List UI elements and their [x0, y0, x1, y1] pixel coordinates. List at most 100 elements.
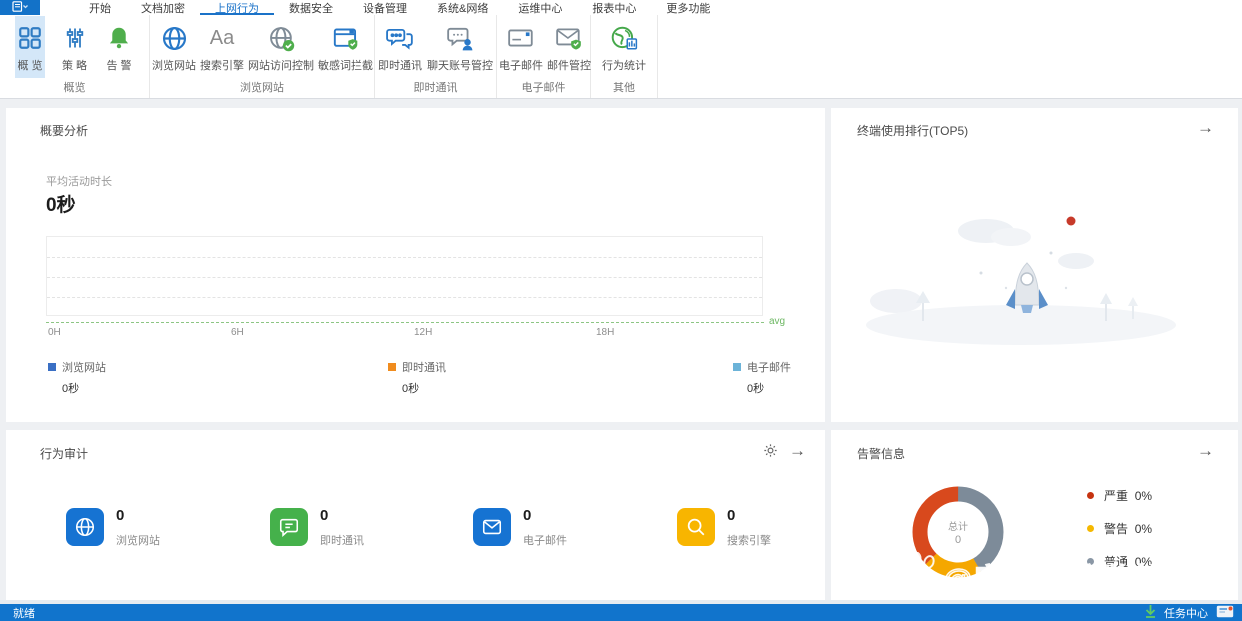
legend-label: 警告 [1104, 522, 1128, 536]
ribbon-item-label: 敏感词拦截 [318, 57, 373, 73]
ribbon-tabs: 开始 文档加密 上网行为 数据安全 设备管理 系统&网络 运维中心 报表中心 更… [74, 0, 725, 15]
behavior-audit-card: 行为审计 → 0浏览网站 0即时通讯 0电子邮件 0搜索引擎 [6, 430, 825, 601]
tab-more-features[interactable]: 更多功能 [651, 0, 725, 15]
tab-ops-center[interactable]: 运维中心 [503, 0, 577, 15]
globe-icon [66, 508, 104, 546]
chat-icon [270, 508, 308, 546]
tab-doc-encryption[interactable]: 文档加密 [126, 0, 200, 15]
legend-dot [1087, 525, 1094, 532]
tab-start[interactable]: 开始 [74, 0, 126, 15]
legend-item-instant-messaging: 即时通讯 0秒 [388, 359, 446, 396]
ribbon-group-im: 即时通讯 聊天账号管控 即时通讯 [375, 15, 497, 98]
search-engine-aa-icon: Aa [210, 22, 234, 54]
alert-detail-arrow-button[interactable]: → [1197, 442, 1214, 459]
ribbon-group-label: 其他 [591, 78, 657, 98]
tab-device-management[interactable]: 设备管理 [348, 0, 422, 15]
globe-check-icon [268, 22, 295, 54]
ribbon-item-label: 聊天账号管控 [427, 57, 493, 73]
legend-label: 普通 [1104, 555, 1128, 569]
legend-swatch [48, 363, 56, 371]
card-title-summary-analysis: 概要分析 [40, 122, 88, 139]
legend-value: 0% [1135, 522, 1152, 536]
tab-report-center[interactable]: 报表中心 [577, 0, 651, 15]
stat-label: 浏览网站 [116, 532, 160, 548]
ribbon-item-policy[interactable]: 策 略 [60, 16, 89, 78]
activity-line-chart [46, 236, 763, 316]
ribbon-item-chat-account-control[interactable]: 聊天账号管控 [425, 16, 495, 78]
overview-grid-icon [17, 22, 43, 54]
x-tick-6h: 6H [231, 327, 244, 338]
stat-value: 0 [727, 508, 771, 524]
alert-legend-normal: 普通 0% [1087, 554, 1152, 568]
ribbon: 概 览 策 略 告 警 概览 浏览网站 [0, 15, 1242, 99]
globe-chart-icon [610, 22, 638, 54]
task-center-button[interactable]: 任务中心 [1164, 605, 1208, 621]
ribbon-item-instant-messaging[interactable]: 即时通讯 [376, 16, 424, 78]
ribbon-item-overview[interactable]: 概 览 [15, 16, 45, 78]
tab-data-security[interactable]: 数据安全 [274, 0, 348, 15]
alert-legend-warning: 警告 0% [1087, 521, 1152, 535]
app-menu-button[interactable] [0, 0, 40, 15]
ribbon-item-search-engine[interactable]: Aa 搜索引擎 [198, 16, 246, 78]
avg-line-label: avg [769, 316, 785, 327]
envelope-shield-icon [555, 22, 583, 54]
legend-swatch [388, 363, 396, 371]
x-tick-12h: 12H [414, 327, 432, 338]
message-tray-icon[interactable] [1216, 605, 1234, 621]
status-ready-text: 就绪 [0, 605, 35, 621]
avg-reference-line [46, 322, 764, 323]
policy-sliders-icon [63, 22, 87, 54]
ribbon-item-behavior-stats[interactable]: 行为统计 [600, 16, 648, 78]
legend-swatch [733, 363, 741, 371]
legend-value: 0秒 [747, 380, 791, 396]
ribbon-group-overview: 概 览 策 略 告 警 概览 [0, 15, 150, 98]
stat-label: 即时通讯 [320, 532, 364, 548]
tab-internet-behavior[interactable]: 上网行为 [200, 0, 274, 15]
ribbon-item-browse-websites[interactable]: 浏览网站 [150, 16, 198, 78]
empty-state-rocket-illustration [861, 193, 1191, 358]
legend-label: 严重 [1104, 489, 1128, 503]
ranking-detail-arrow-button[interactable]: → [1197, 119, 1214, 136]
ribbon-group-label: 概览 [0, 78, 149, 98]
ribbon-item-label: 即时通讯 [378, 57, 422, 73]
ribbon-item-label: 搜索引擎 [200, 57, 244, 73]
alert-legend: 严重 0% 警告 0% 普通 0% [1087, 488, 1152, 587]
ribbon-item-label: 行为统计 [602, 57, 646, 73]
stat-value: 0 [116, 508, 160, 524]
ribbon-item-label: 网站访问控制 [248, 57, 314, 73]
legend-label: 浏览网站 [62, 359, 106, 375]
alert-donut-chart: 总计 0 [910, 484, 1006, 580]
ribbon-item-site-access-control[interactable]: 网站访问控制 [246, 16, 316, 78]
ribbon-item-label: 邮件管控 [547, 57, 591, 73]
legend-value: 0% [1135, 489, 1152, 503]
donut-total-label: 总计 [948, 518, 968, 533]
ribbon-item-label: 概 览 [17, 57, 42, 73]
audit-settings-gear-button[interactable] [763, 443, 778, 460]
ribbon-item-alerts[interactable]: 告 警 [104, 16, 134, 78]
envelope-icon [507, 22, 535, 54]
ribbon-item-label: 告 警 [106, 57, 131, 73]
ribbon-group-label: 电子邮件 [497, 78, 590, 98]
stat-label: 电子邮件 [523, 532, 567, 548]
legend-value: 0秒 [62, 380, 106, 396]
download-arrow-icon [1145, 605, 1156, 621]
tab-system-network[interactable]: 系统&网络 [422, 0, 503, 15]
search-icon [677, 508, 715, 546]
alert-legend-severe: 严重 0% [1087, 488, 1152, 502]
audit-detail-arrow-button[interactable]: → [789, 442, 806, 459]
chat-account-icon [446, 22, 474, 54]
legend-label: 电子邮件 [747, 359, 791, 375]
card-title-terminal-ranking: 终端使用排行(TOP5) [857, 122, 968, 139]
ribbon-item-email[interactable]: 电子邮件 [497, 16, 545, 78]
donut-center-text: 总计 0 [910, 484, 1006, 580]
ribbon-item-email-control[interactable]: 邮件管控 [545, 16, 593, 78]
ribbon-item-label: 策 略 [62, 57, 87, 73]
legend-item-browse-websites: 浏览网站 0秒 [48, 359, 106, 396]
card-title-alert-info: 告警信息 [857, 445, 905, 462]
x-tick-0h: 0H [48, 327, 61, 338]
avg-activity-duration-label: 平均活动时长 [46, 173, 112, 189]
stat-value: 0 [523, 508, 567, 524]
browse-globe-icon [161, 22, 188, 54]
audit-stat-search-engine: 0搜索引擎 [677, 508, 771, 548]
ribbon-item-sensitive-word-block[interactable]: 敏感词拦截 [316, 16, 375, 78]
